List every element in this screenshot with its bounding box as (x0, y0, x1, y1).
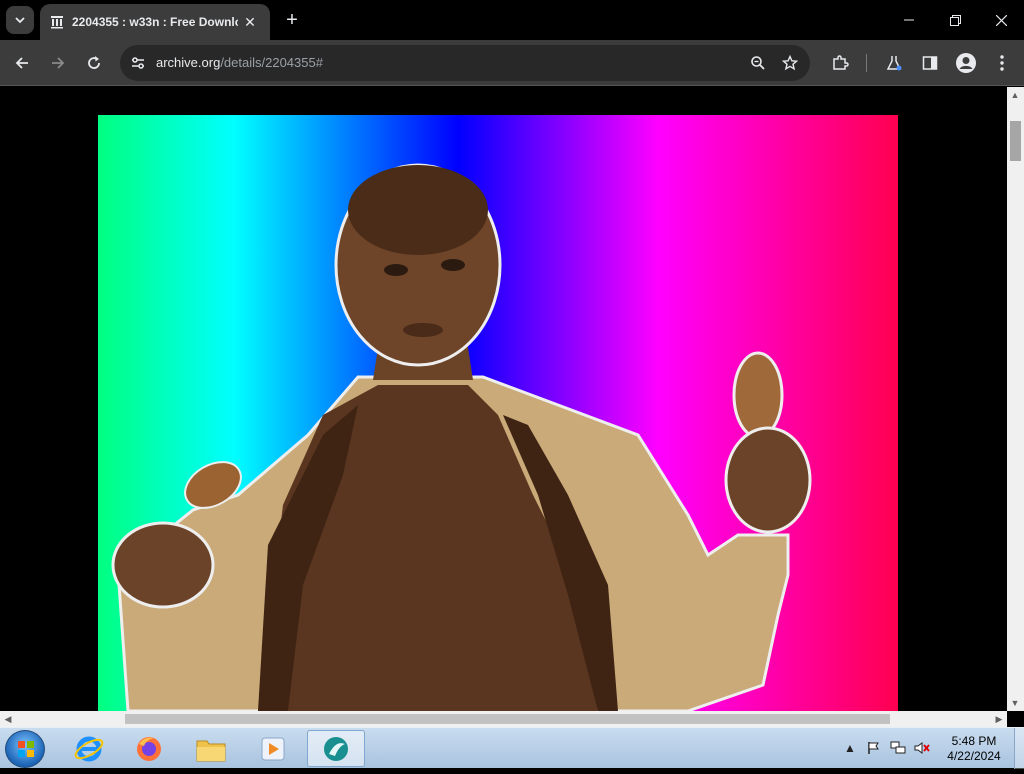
archive-favicon-icon (51, 16, 63, 29)
system-clock[interactable]: 5:48 PM 4/22/2024 (940, 734, 1008, 764)
windows-taskbar: ▲ 5:48 PM 4/22/2024 (0, 727, 1024, 769)
show-desktop-button[interactable] (1014, 728, 1024, 769)
vertical-scroll-thumb[interactable] (1010, 121, 1021, 161)
windows-logo-icon (18, 741, 34, 757)
bookmark-star-icon[interactable] (780, 53, 800, 73)
person-holding-chicken-image (111, 163, 812, 711)
arrow-left-icon (15, 57, 28, 69)
scroll-down-arrow-icon[interactable]: ▼ (1007, 695, 1023, 711)
clock-time: 5:48 PM (951, 734, 997, 748)
reload-icon (88, 56, 100, 69)
site-settings-icon[interactable] (128, 53, 148, 73)
vertical-scrollbar[interactable]: ▲ ▼ (1007, 87, 1024, 711)
chevron-down-icon (15, 17, 25, 24)
tab-close-icon[interactable]: ✕ (242, 14, 258, 31)
minimize-icon (904, 19, 914, 21)
browser-toolbar: archive.org/details/2204355# (0, 40, 1024, 86)
taskbar-media-player[interactable] (244, 730, 302, 767)
arrow-right-icon (52, 57, 65, 69)
scroll-up-arrow-icon[interactable]: ▲ (1007, 87, 1023, 103)
menu-kebab-icon[interactable] (990, 51, 1014, 75)
tab-title: 2204355 : w33n : Free Download (72, 15, 238, 29)
taskbar-internet-explorer[interactable] (60, 730, 118, 767)
forward-button[interactable] (44, 49, 72, 77)
show-hidden-icons-icon[interactable]: ▲ (842, 740, 858, 756)
displayed-image (98, 115, 898, 711)
taskbar-firefox[interactable] (120, 730, 178, 767)
media-player-icon (261, 737, 285, 760)
page-content (0, 87, 1007, 711)
scroll-right-arrow-icon[interactable]: ▶ (991, 711, 1007, 727)
volume-muted-icon[interactable] (914, 740, 930, 756)
back-button[interactable] (8, 49, 36, 77)
network-icon[interactable] (890, 740, 906, 756)
folder-icon (196, 740, 226, 761)
profile-avatar-icon[interactable] (954, 51, 978, 75)
tune-icon (132, 57, 144, 69)
labs-flask-icon[interactable] (882, 51, 906, 75)
internet-explorer-icon (74, 736, 104, 761)
new-tab-button[interactable]: + (280, 8, 304, 32)
browser-app-icon (324, 736, 348, 761)
action-center-flag-icon[interactable] (866, 740, 882, 756)
close-icon (995, 14, 1007, 26)
url-host: archive.org (156, 55, 221, 70)
restore-icon (949, 14, 961, 26)
tab-strip: 2204355 : w33n : Free Download ✕ + (0, 0, 1024, 40)
side-panel-icon[interactable] (918, 51, 942, 75)
tab-search-button[interactable] (6, 6, 34, 34)
tab-active[interactable]: 2204355 : w33n : Free Download ✕ (40, 4, 270, 40)
horizontal-scroll-thumb[interactable] (125, 714, 890, 724)
url-path: /details/2204355# (220, 55, 323, 70)
reload-button[interactable] (80, 49, 108, 77)
close-window-button[interactable] (978, 0, 1024, 40)
clock-date: 4/22/2024 (947, 749, 1001, 763)
extensions-icon[interactable] (828, 51, 852, 75)
restore-button[interactable] (932, 0, 978, 40)
minimize-button[interactable] (886, 0, 932, 40)
taskbar-browser-active[interactable] (307, 730, 365, 767)
address-bar[interactable]: archive.org/details/2204355# (120, 45, 810, 81)
start-button[interactable] (5, 730, 45, 768)
url-text: archive.org/details/2204355# (156, 55, 323, 70)
firefox-icon (137, 736, 161, 761)
zoom-icon[interactable] (748, 53, 768, 73)
scroll-left-arrow-icon[interactable]: ◀ (0, 711, 16, 727)
toolbar-separator (866, 54, 867, 72)
taskbar-file-explorer[interactable] (182, 730, 240, 767)
